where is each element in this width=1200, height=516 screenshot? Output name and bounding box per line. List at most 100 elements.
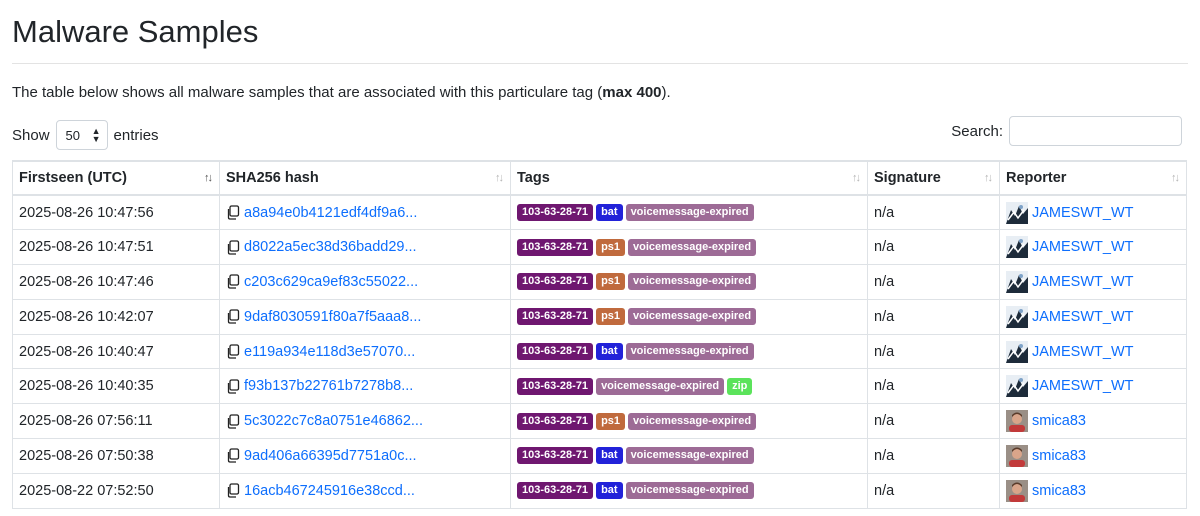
avatar — [1006, 270, 1028, 293]
reporter-link[interactable]: JAMESWT_WT — [1032, 378, 1134, 394]
tag-badge[interactable]: 103-63-28-71 — [517, 482, 594, 500]
hash-link[interactable]: 5c3022c7c8a0751e46862... — [244, 413, 423, 429]
reporter-cell: JAMESWT_WT — [999, 298, 1187, 335]
sort-icon: ↑↓ — [1171, 172, 1180, 184]
tag-badge[interactable]: ps1 — [596, 412, 626, 430]
tag-badge[interactable]: bat — [596, 343, 623, 361]
reporter-link[interactable]: smica83 — [1032, 413, 1086, 429]
table-row: 2025-08-26 07:56:11 5c3022c7c8a0751e46862… — [12, 403, 1187, 440]
sort-desc-icon: ↑↓ — [204, 172, 213, 184]
reporter-link[interactable]: smica83 — [1032, 483, 1086, 499]
tag-badge[interactable]: 103-63-28-71 — [517, 238, 594, 256]
tag-badge[interactable]: voicemessage-expired — [596, 377, 725, 395]
copy-icon[interactable] — [226, 205, 240, 220]
col-hash[interactable]: SHA256 hash ↑↓ — [219, 160, 511, 196]
reporter-link[interactable]: JAMESWT_WT — [1032, 274, 1134, 290]
hash-cell: 5c3022c7c8a0751e46862... — [219, 403, 511, 440]
tag-badge[interactable]: 103-63-28-71 — [517, 412, 594, 430]
tag-badge[interactable]: voicemessage-expired — [625, 482, 754, 500]
hash-link[interactable]: 16acb467245916e38ccd... — [244, 483, 415, 499]
avatar — [1006, 236, 1028, 259]
copy-icon[interactable] — [226, 274, 240, 290]
hash-link[interactable]: a8a94e0b4121edf4df9a6... — [244, 205, 417, 221]
tag-badge[interactable]: zip — [727, 377, 753, 395]
firstseen-cell: 2025-08-26 10:47:46 — [12, 264, 220, 300]
table-row: 2025-08-26 10:47:46 c203c629ca9ef83c55022… — [12, 264, 1187, 300]
tag-badge[interactable]: ps1 — [596, 238, 626, 256]
hash-cell: 9ad406a66395d7751a0c... — [219, 438, 511, 474]
reporter-cell: smica83 — [999, 472, 1187, 509]
hash-cell: d8022a5ec38d36badd29... — [219, 229, 511, 266]
tag-badge[interactable]: voicemessage-expired — [625, 447, 754, 465]
table-row: 2025-08-26 10:40:35 f93b137b22761b7278b8.… — [12, 368, 1187, 405]
col-firstseen[interactable]: Firstseen (UTC) ↑↓ — [12, 160, 220, 196]
sort-updown-icon: ▲ ▼ — [91, 126, 101, 144]
firstseen-cell: 2025-08-26 10:47:56 — [12, 194, 220, 231]
search-control: Search: — [951, 116, 1182, 146]
firstseen-cell: 2025-08-26 07:50:38 — [12, 438, 220, 474]
copy-icon[interactable] — [226, 379, 240, 394]
hash-link[interactable]: c203c629ca9ef83c55022... — [244, 274, 418, 290]
hash-link[interactable]: 9ad406a66395d7751a0c... — [244, 448, 417, 464]
tag-badge[interactable]: voicemessage-expired — [628, 308, 757, 326]
col-reporter[interactable]: Reporter ↑↓ — [999, 160, 1187, 196]
reporter-link[interactable]: JAMESWT_WT — [1032, 205, 1134, 221]
copy-icon[interactable] — [226, 448, 240, 464]
tags-cell: 103-63-28-71 bat voicemessage-expired — [510, 333, 868, 370]
hash-link[interactable]: f93b137b22761b7278b8... — [244, 378, 413, 394]
table-row: 2025-08-26 10:42:07 9daf8030591f80a7f5aaa… — [12, 298, 1187, 335]
reporter-link[interactable]: JAMESWT_WT — [1032, 309, 1134, 325]
tag-badge[interactable]: 103-63-28-71 — [517, 308, 594, 326]
search-input[interactable] — [1009, 116, 1182, 146]
avatar — [1006, 479, 1028, 502]
reporter-cell: smica83 — [999, 403, 1187, 440]
intro-suffix: ). — [661, 84, 671, 101]
signature-cell: n/a — [867, 438, 1000, 474]
copy-icon[interactable] — [226, 309, 240, 324]
reporter-link[interactable]: JAMESWT_WT — [1032, 344, 1134, 360]
tag-badge[interactable]: bat — [596, 204, 623, 222]
tag-badge[interactable]: 103-63-28-71 — [517, 204, 594, 222]
tag-badge[interactable]: 103-63-28-71 — [517, 377, 594, 395]
tags-cell: 103-63-28-71 ps1 voicemessage-expired — [510, 264, 868, 300]
signature-cell: n/a — [867, 368, 1000, 405]
sort-icon: ↑↓ — [984, 172, 993, 184]
tags-cell: 103-63-28-71 bat voicemessage-expired — [510, 472, 868, 509]
tag-badge[interactable]: ps1 — [596, 308, 626, 326]
tag-badge[interactable]: voicemessage-expired — [628, 273, 757, 291]
tag-badge[interactable]: bat — [596, 447, 623, 465]
copy-icon[interactable] — [226, 414, 240, 429]
intro-max: max 400 — [602, 84, 662, 101]
tag-badge[interactable]: 103-63-28-71 — [517, 273, 594, 291]
hash-link[interactable]: 9daf8030591f80a7f5aaa8... — [244, 309, 421, 325]
intro-prefix: The table below shows all malware sample… — [12, 84, 603, 101]
tag-badge[interactable]: voicemessage-expired — [625, 343, 754, 361]
hash-link[interactable]: d8022a5ec38d36badd29... — [244, 239, 417, 255]
hash-link[interactable]: e119a934e118d3e57070... — [244, 344, 415, 360]
copy-icon[interactable] — [226, 240, 240, 255]
table-row: 2025-08-22 07:52:50 16acb467245916e38ccd.… — [12, 472, 1187, 509]
tag-badge[interactable]: voicemessage-expired — [628, 412, 757, 430]
reporter-link[interactable]: smica83 — [1032, 448, 1086, 464]
hash-cell: c203c629ca9ef83c55022... — [219, 264, 511, 300]
copy-icon[interactable] — [226, 483, 240, 498]
hash-cell: a8a94e0b4121edf4df9a6... — [219, 194, 511, 231]
table-body: 2025-08-26 10:47:56 a8a94e0b4121edf4df9a6… — [12, 194, 1187, 509]
table-header-row: Firstseen (UTC) ↑↓ SHA256 hash ↑↓ Tags ↑↓ S… — [12, 160, 1187, 196]
entries-select[interactable]: 50 ▲ ▼ — [55, 120, 108, 150]
tag-badge[interactable]: voicemessage-expired — [625, 204, 754, 222]
col-signature[interactable]: Signature ↑↓ — [867, 160, 1000, 196]
tag-badge[interactable]: ps1 — [596, 273, 626, 291]
col-tags[interactable]: Tags ↑↓ — [510, 160, 868, 196]
firstseen-cell: 2025-08-26 10:42:07 — [12, 298, 220, 335]
signature-cell: n/a — [867, 472, 1000, 509]
tag-badge[interactable]: 103-63-28-71 — [517, 447, 594, 465]
tag-badge[interactable]: bat — [596, 482, 623, 500]
tag-badge[interactable]: 103-63-28-71 — [517, 343, 594, 361]
copy-icon[interactable] — [226, 344, 240, 359]
col-tags-label: Tags — [517, 170, 550, 186]
tag-badge[interactable]: voicemessage-expired — [628, 238, 757, 256]
reporter-link[interactable]: JAMESWT_WT — [1032, 239, 1134, 255]
avatar — [1006, 444, 1028, 467]
firstseen-cell: 2025-08-22 07:52:50 — [12, 472, 220, 509]
